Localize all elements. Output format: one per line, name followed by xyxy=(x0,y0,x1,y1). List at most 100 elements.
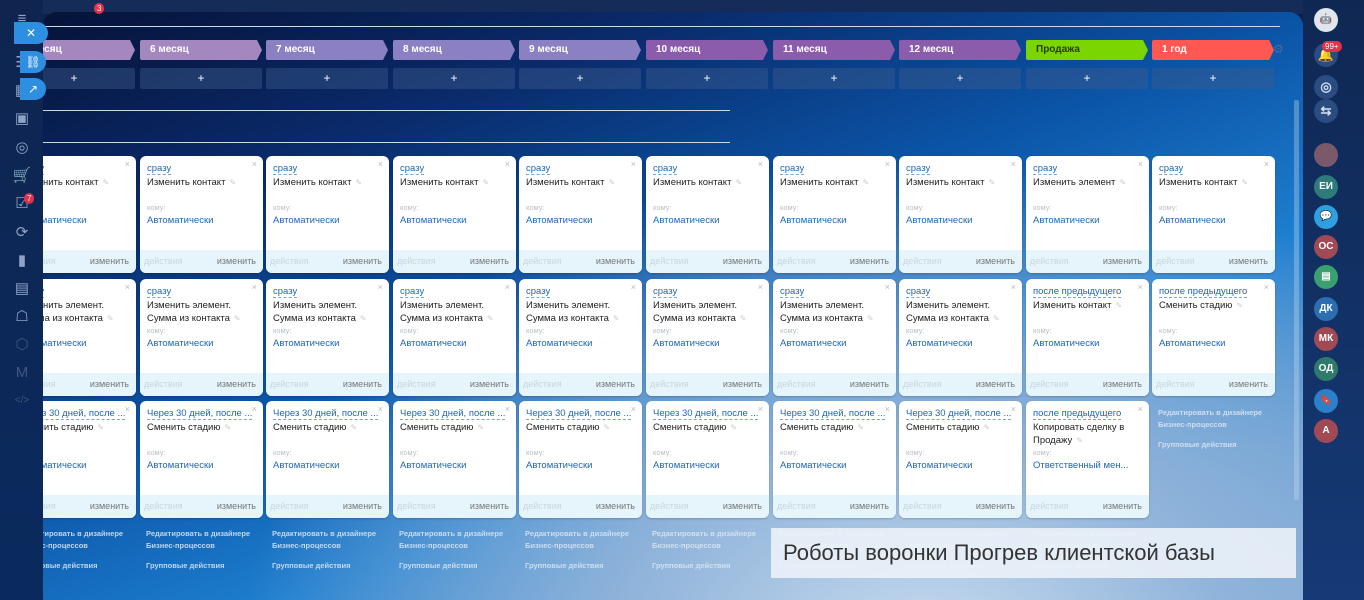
group-actions-link[interactable]: Групповые действия xyxy=(652,560,762,572)
robot-delay-link[interactable]: сразу xyxy=(780,163,805,175)
actions-link[interactable]: действия xyxy=(43,256,56,266)
add-robot-button[interactable]: + xyxy=(1026,68,1148,89)
actions-link[interactable]: действия xyxy=(650,379,689,389)
actions-link[interactable]: действия xyxy=(777,501,816,511)
change-robot-link[interactable]: изменить xyxy=(1103,256,1142,266)
add-robot-button[interactable]: + xyxy=(43,68,135,89)
edit-pencil-icon[interactable]: ✎ xyxy=(613,314,620,323)
edit-pencil-icon[interactable]: ✎ xyxy=(993,314,1000,323)
responsible-link[interactable]: Автоматически xyxy=(653,460,719,471)
delete-robot-icon[interactable]: × xyxy=(631,282,636,292)
edit-pencil-icon[interactable]: ✎ xyxy=(234,314,241,323)
edit-in-designer-link[interactable]: Редактировать в дизайнере Бизнес-процесс… xyxy=(525,528,635,552)
responsible-link[interactable]: Автоматически xyxy=(906,338,972,349)
edit-pencil-icon[interactable]: ✎ xyxy=(730,423,737,432)
crm-icon[interactable]: ◎ xyxy=(1314,75,1338,99)
contact-avatar[interactable]: 💬 xyxy=(1314,205,1338,229)
contact-avatar[interactable]: ОД xyxy=(1314,357,1338,381)
edit-pencil-icon[interactable]: ✎ xyxy=(487,314,494,323)
edit-pencil-icon[interactable]: ✎ xyxy=(1236,301,1243,310)
edit-in-designer-link[interactable]: Редактировать в дизайнере Бизнес-процесс… xyxy=(272,528,382,552)
robot-delay-link[interactable]: после предыдущего xyxy=(1033,286,1122,298)
contact-avatar[interactable]: ЕИ xyxy=(1314,175,1338,199)
box-icon[interactable]: ⬡ xyxy=(11,334,33,356)
robot-delay-link[interactable]: сразу xyxy=(1033,163,1058,175)
group-actions-link[interactable]: Групповые действия xyxy=(146,560,256,572)
change-robot-link[interactable]: изменить xyxy=(596,379,635,389)
actions-link[interactable]: действия xyxy=(903,256,942,266)
actions-link[interactable]: действия xyxy=(1156,379,1195,389)
robot-card[interactable]: Через 30 дней, после ...× Сменить стадию✎… xyxy=(773,401,896,518)
actions-link[interactable]: действия xyxy=(1030,379,1069,389)
change-robot-link[interactable]: изменить xyxy=(343,379,382,389)
change-robot-link[interactable]: изменить xyxy=(90,379,129,389)
edit-pencil-icon[interactable]: ✎ xyxy=(355,178,362,187)
change-robot-link[interactable]: изменить xyxy=(1103,379,1142,389)
responsible-link[interactable]: Автоматически xyxy=(147,338,213,349)
user-avatar[interactable]: 🤖 xyxy=(1314,8,1338,32)
actions-link[interactable]: действия xyxy=(144,379,183,389)
change-robot-link[interactable]: изменить xyxy=(470,379,509,389)
add-robot-button[interactable]: + xyxy=(140,68,262,89)
delete-robot-icon[interactable]: × xyxy=(1011,282,1016,292)
change-robot-link[interactable]: изменить xyxy=(850,501,889,511)
responsible-link[interactable]: Автоматически xyxy=(653,338,719,349)
edit-in-designer-link[interactable]: Редактировать в дизайнере Бизнес-процесс… xyxy=(1158,407,1268,431)
edit-pencil-icon[interactable]: ✎ xyxy=(350,423,357,432)
robot-delay-link[interactable]: Через 30 дней, после ... xyxy=(653,408,759,420)
robot-card[interactable]: Через 30 дней, после ...× Сменить стадию✎… xyxy=(393,401,516,518)
robot-card[interactable]: сразу × Изменить элемент. Сумма из контакт… xyxy=(899,279,1022,396)
responsible-link[interactable]: Автоматически xyxy=(273,215,339,226)
change-robot-link[interactable]: изменить xyxy=(217,256,256,266)
actions-link[interactable]: действия xyxy=(270,256,309,266)
responsible-link[interactable]: Автоматически xyxy=(400,338,466,349)
responsible-link[interactable]: Автоматически xyxy=(273,460,339,471)
robot-card[interactable]: сразу × Изменить контакт✎ кому: Автоматическ… xyxy=(646,156,769,273)
change-robot-link[interactable]: изменить xyxy=(850,379,889,389)
change-robot-link[interactable]: изменить xyxy=(723,501,762,511)
edit-pencil-icon[interactable]: ✎ xyxy=(1119,178,1126,187)
edit-in-designer-link[interactable]: Редактировать в дизайнере Бизнес-процесс… xyxy=(652,528,762,552)
actions-link[interactable]: действия xyxy=(523,379,562,389)
delete-robot-icon[interactable]: × xyxy=(252,404,257,414)
delete-robot-icon[interactable]: × xyxy=(758,159,763,169)
responsible-link[interactable]: Автоматически xyxy=(43,215,86,226)
robot-delay-link[interactable]: сразу xyxy=(653,163,678,175)
delete-robot-icon[interactable]: × xyxy=(1264,159,1269,169)
edit-pencil-icon[interactable]: ✎ xyxy=(224,423,231,432)
responsible-link[interactable]: Автоматически xyxy=(526,215,592,226)
delete-robot-icon[interactable]: × xyxy=(505,159,510,169)
robot-card[interactable]: сразу × Изменить элемент. Сумма из контакт… xyxy=(43,279,136,396)
delete-robot-icon[interactable]: × xyxy=(125,282,130,292)
robot-delay-link[interactable]: сразу xyxy=(906,286,931,298)
change-robot-link[interactable]: изменить xyxy=(596,256,635,266)
robot-delay-link[interactable]: сразу xyxy=(1159,163,1184,175)
responsible-link[interactable]: Автоматически xyxy=(147,215,213,226)
robot-card[interactable]: сразу × Изменить контакт✎ кому: Автоматическ… xyxy=(393,156,516,273)
responsible-link[interactable]: Автоматически xyxy=(780,338,846,349)
delete-robot-icon[interactable]: × xyxy=(885,404,890,414)
responsible-link[interactable]: Автоматически xyxy=(526,338,592,349)
delete-robot-icon[interactable]: × xyxy=(252,282,257,292)
edit-pencil-icon[interactable]: ✎ xyxy=(857,423,864,432)
actions-link[interactable]: действия xyxy=(523,256,562,266)
edit-pencil-icon[interactable]: ✎ xyxy=(482,178,489,187)
robot-delay-link[interactable]: Через 30 дней, после ... xyxy=(526,408,632,420)
delete-robot-icon[interactable]: × xyxy=(1011,159,1016,169)
delete-robot-icon[interactable]: × xyxy=(378,404,383,414)
edit-pencil-icon[interactable]: ✎ xyxy=(1241,178,1248,187)
delete-robot-icon[interactable]: × xyxy=(252,159,257,169)
responsible-link[interactable]: Автоматически xyxy=(653,215,719,226)
robot-card[interactable]: сразу × Изменить элемент. Сумма из контакт… xyxy=(140,279,263,396)
robot-delay-link[interactable]: сразу xyxy=(526,286,551,298)
responsible-link[interactable]: Автоматически xyxy=(906,215,972,226)
change-robot-link[interactable]: изменить xyxy=(217,379,256,389)
delete-robot-icon[interactable]: × xyxy=(125,159,130,169)
responsible-link[interactable]: Автоматически xyxy=(1159,215,1225,226)
actions-link[interactable]: действия xyxy=(523,501,562,511)
change-robot-link[interactable]: изменить xyxy=(596,501,635,511)
contact-avatar[interactable]: ДК xyxy=(1314,297,1338,321)
vertical-scrollbar[interactable] xyxy=(1294,100,1299,500)
change-robot-link[interactable]: изменить xyxy=(976,256,1015,266)
robot-delay-link[interactable]: сразу xyxy=(906,163,931,175)
